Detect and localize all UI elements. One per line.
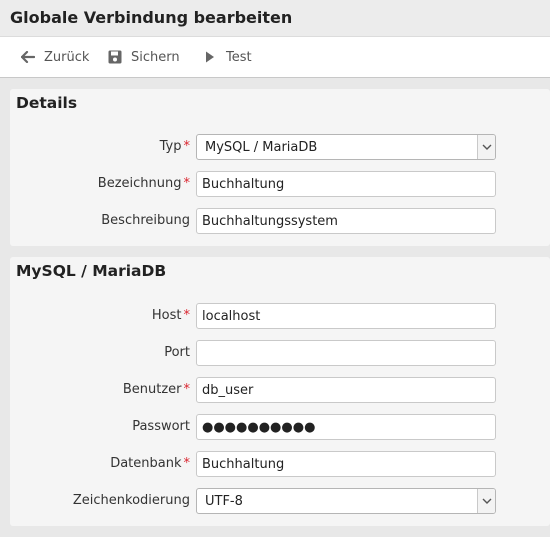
host-row: Host * localhost: [10, 303, 550, 329]
name-label: Bezeichnung *: [97, 176, 191, 191]
database-input[interactable]: Buchhaltung: [196, 451, 496, 477]
user-row: Benutzer * db_user: [10, 377, 550, 403]
port-input[interactable]: [196, 340, 496, 366]
type-label: Typ *: [159, 139, 191, 154]
encoding-select[interactable]: UTF-8: [196, 488, 496, 514]
host-label: Host *: [151, 308, 191, 323]
mysql-panel: MySQL / MariaDB Host * localhost Port Ben…: [10, 257, 550, 526]
required-marker: *: [183, 308, 191, 323]
play-icon: [202, 49, 218, 65]
name-row: Bezeichnung * Buchhaltung: [10, 171, 550, 197]
user-label: Benutzer *: [122, 382, 191, 397]
back-button[interactable]: Zurück: [20, 37, 89, 77]
password-input[interactable]: ●●●●●●●●●●: [196, 414, 496, 440]
description-row: Beschreibung Buchhaltungssystem: [10, 208, 550, 234]
password-label: Passwort: [132, 419, 190, 434]
description-label: Beschreibung: [101, 213, 190, 228]
encoding-select-value: UTF-8: [205, 494, 243, 509]
required-marker: *: [183, 382, 191, 397]
arrow-left-icon: [20, 49, 36, 65]
back-label: Zurück: [44, 49, 90, 65]
type-row: Typ * MySQL / MariaDB: [10, 134, 550, 160]
name-input[interactable]: Buchhaltung: [196, 171, 496, 197]
test-label: Test: [226, 49, 252, 65]
type-select[interactable]: MySQL / MariaDB: [196, 134, 496, 160]
port-label: Port: [164, 345, 190, 360]
password-row: Passwort ●●●●●●●●●●: [10, 414, 550, 440]
test-button[interactable]: Test: [202, 37, 252, 77]
window-titlebar: Globale Verbindung bearbeiten: [0, 0, 550, 37]
toolbar: Zurück Sichern Test: [0, 37, 550, 78]
encoding-label: Zeichenkodierung: [72, 493, 190, 508]
save-label: Sichern: [131, 49, 180, 65]
save-button[interactable]: Sichern: [107, 37, 180, 77]
floppy-disk-icon: [107, 49, 123, 65]
database-row: Datenbank * Buchhaltung: [10, 451, 550, 477]
type-select-value: MySQL / MariaDB: [205, 140, 318, 155]
chevron-down-icon[interactable]: [477, 489, 495, 513]
window-title: Globale Verbindung bearbeiten: [10, 8, 293, 27]
port-row: Port: [10, 340, 550, 366]
details-panel: Details Typ * MySQL / MariaDB Bezeichnung…: [10, 89, 550, 246]
chevron-down-icon[interactable]: [477, 135, 495, 159]
required-marker: *: [183, 176, 191, 191]
user-input[interactable]: db_user: [196, 377, 496, 403]
required-marker: *: [183, 456, 191, 471]
host-input[interactable]: localhost: [196, 303, 496, 329]
required-marker: *: [183, 139, 191, 154]
mysql-title: MySQL / MariaDB: [16, 262, 167, 280]
encoding-row: Zeichenkodierung UTF-8: [10, 488, 550, 514]
database-label: Datenbank *: [110, 456, 190, 471]
details-title: Details: [16, 94, 78, 112]
description-input[interactable]: Buchhaltungssystem: [196, 208, 496, 234]
